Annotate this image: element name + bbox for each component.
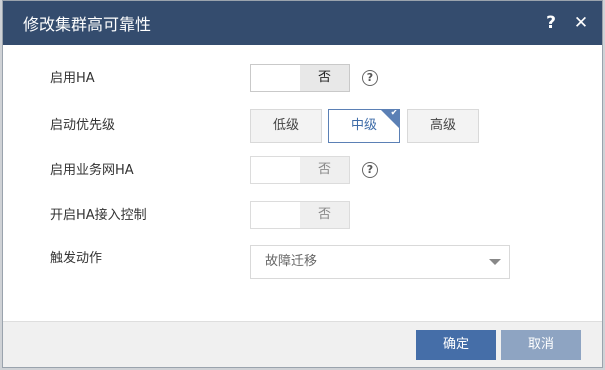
close-icon[interactable]: ✕ — [570, 12, 592, 34]
row-enable-ha: 启用HA 否 ? — [3, 64, 602, 94]
dialog-titlebar: 修改集群高可靠性 ? ✕ — [3, 1, 602, 45]
business-net-ha-toggle[interactable]: 否 — [250, 156, 350, 184]
trigger-action-value: 故障迁移 — [265, 254, 318, 269]
business-net-ha-label: 启用业务网HA — [50, 163, 134, 178]
enable-ha-toggle[interactable]: 否 — [250, 64, 350, 92]
help-icon[interactable]: ? — [540, 12, 562, 34]
admission-control-label: 开启HA接入控制 — [50, 208, 147, 223]
priority-high-button[interactable]: 高级 — [407, 109, 479, 143]
toggle-yes-area[interactable] — [251, 202, 300, 228]
toggle-no-option[interactable]: 否 — [300, 157, 349, 183]
toggle-yes-area[interactable] — [251, 65, 300, 91]
enable-ha-help-icon[interactable]: ? — [362, 70, 378, 86]
row-priority: 启动优先级 低级 中级 ✔ 高级 — [3, 109, 602, 143]
toggle-no-option[interactable]: 否 — [300, 202, 349, 228]
ha-settings-dialog: 修改集群高可靠性 ? ✕ 启用HA 否 ? 启动优先级 低级 中级 ✔ 高级 启… — [2, 0, 603, 368]
trigger-action-select[interactable]: 故障迁移 — [250, 245, 510, 279]
priority-label: 启动优先级 — [50, 118, 116, 133]
enable-ha-label: 启用HA — [50, 71, 95, 86]
row-business-net-ha: 启用业务网HA 否 ? — [3, 156, 602, 186]
cancel-button[interactable]: 取消 — [501, 330, 581, 360]
row-admission-control: 开启HA接入控制 否 — [3, 201, 602, 231]
trigger-action-label: 触发动作 — [50, 251, 103, 266]
toggle-yes-area[interactable] — [251, 157, 300, 183]
check-icon: ✔ — [390, 109, 398, 118]
dialog-title: 修改集群高可靠性 — [23, 15, 152, 34]
business-net-ha-help-icon[interactable]: ? — [362, 162, 378, 178]
priority-medium-label: 中级 — [350, 118, 377, 133]
admission-control-toggle[interactable]: 否 — [250, 201, 350, 229]
priority-low-button[interactable]: 低级 — [250, 109, 322, 143]
chevron-down-icon — [489, 259, 501, 265]
dialog-footer: 确定 取消 — [3, 321, 602, 367]
row-trigger-action: 触发动作 故障迁移 — [3, 245, 602, 279]
priority-medium-button[interactable]: 中级 ✔ — [328, 109, 400, 143]
toggle-no-option[interactable]: 否 — [300, 65, 349, 91]
confirm-button[interactable]: 确定 — [416, 330, 496, 360]
